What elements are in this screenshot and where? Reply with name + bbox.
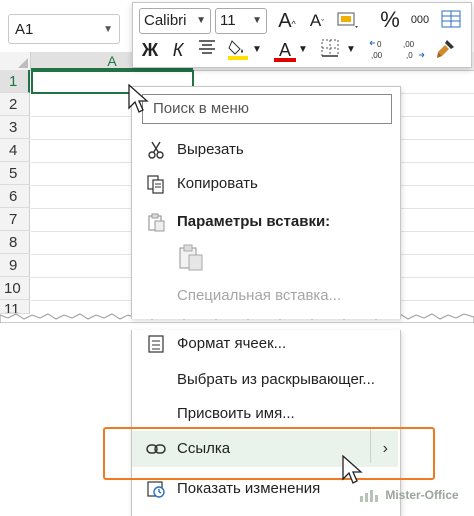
- row-header[interactable]: 7: [0, 208, 30, 231]
- menu-item-cut[interactable]: Вырезать: [132, 134, 398, 166]
- svg-text:,0: ,0: [406, 51, 413, 60]
- select-all-corner[interactable]: [0, 52, 31, 71]
- font-name-dropdown[interactable]: Calibri ▼: [139, 8, 211, 34]
- name-box-value: A1: [15, 21, 34, 38]
- menu-search-placeholder: Поиск в меню: [153, 100, 250, 117]
- format-painter-button[interactable]: [431, 37, 459, 63]
- chevron-down-icon[interactable]: ▼: [297, 37, 309, 63]
- fill-color-button[interactable]: [225, 37, 251, 63]
- paste-button[interactable]: [176, 242, 206, 272]
- row-header[interactable]: 5: [0, 162, 30, 185]
- menu-item-label: Копировать: [177, 175, 258, 192]
- number-format-button[interactable]: [333, 8, 363, 34]
- menu-search-input[interactable]: Поиск в меню: [142, 94, 392, 124]
- align-center-icon: [199, 40, 215, 54]
- italic-button[interactable]: К: [167, 37, 189, 63]
- menu-item-label: Вырезать: [177, 141, 244, 158]
- copy-icon: [147, 175, 164, 194]
- row-header[interactable]: 3: [0, 116, 30, 139]
- row-header[interactable]: 8: [0, 231, 30, 254]
- paintbrush-icon: [437, 40, 454, 58]
- percent-style-button[interactable]: %: [379, 7, 401, 33]
- svg-text:,00: ,00: [371, 51, 383, 60]
- menu-item-paste-special[interactable]: Специальная вставка...: [132, 280, 398, 312]
- watermark-text: Mister-Office: [385, 488, 459, 502]
- menu-item-paste-options: Параметры вставки:: [132, 206, 398, 238]
- svg-text:,00: ,00: [403, 40, 415, 49]
- mouse-cursor-icon: [342, 455, 363, 484]
- number-format-icon: [337, 12, 358, 28]
- font-size-value: 11: [220, 12, 236, 29]
- mouse-cursor-icon: [128, 84, 149, 113]
- font-color-swatch: [274, 58, 296, 62]
- align-center-button[interactable]: [195, 37, 219, 63]
- row-header[interactable]: 6: [0, 185, 30, 208]
- menu-item-label: Выбрать из раскрывающег...: [177, 371, 375, 388]
- font-name-value: Calibri: [144, 12, 187, 29]
- row-header[interactable]: 10: [0, 277, 30, 300]
- increase-decimal-icon: 0 ,00: [369, 40, 383, 60]
- borders-button[interactable]: [317, 37, 343, 63]
- decrease-decimal-button[interactable]: ,00 ,0: [399, 37, 427, 63]
- decrease-font-size-button[interactable]: Aˇ: [305, 8, 329, 34]
- svg-text:0: 0: [377, 40, 382, 49]
- chevron-down-icon[interactable]: ▼: [252, 9, 262, 33]
- paint-bucket-icon: [228, 40, 248, 60]
- font-color-button[interactable]: A: [273, 37, 297, 63]
- row-header[interactable]: 9: [0, 254, 30, 277]
- chevron-down-icon[interactable]: ▼: [345, 37, 357, 63]
- menu-item-define-name[interactable]: Присвоить имя...: [132, 398, 398, 430]
- history-icon: [147, 481, 165, 498]
- menu-item-pick-from-list[interactable]: Выбрать из раскрывающег...: [132, 364, 398, 396]
- bar-chart-icon: [360, 489, 378, 502]
- decrease-font-label: A: [309, 11, 322, 30]
- font-size-dropdown[interactable]: 11 ▼: [215, 8, 267, 34]
- menu-item-label: Параметры вставки:: [177, 213, 331, 230]
- chevron-down-icon[interactable]: ▼: [103, 15, 113, 45]
- menu-item-label: Присвоить имя...: [177, 405, 295, 422]
- menu-item-format-cells[interactable]: Формат ячеек...: [132, 328, 398, 360]
- row-header[interactable]: 1: [0, 70, 30, 93]
- menu-item-label: Формат ячеек...: [177, 335, 287, 352]
- name-box[interactable]: A1 ▼: [8, 14, 120, 44]
- borders-icon: [321, 39, 339, 57]
- increase-font-label: A: [278, 10, 292, 32]
- font-color-label: A: [278, 40, 291, 60]
- menu-item-label: Специальная вставка...: [177, 287, 342, 304]
- menu-item-copy[interactable]: Копировать: [132, 168, 398, 200]
- chevron-down-icon[interactable]: ▼: [196, 9, 206, 33]
- row-header[interactable]: 2: [0, 93, 30, 116]
- decrease-decimal-icon: ,00 ,0: [403, 40, 425, 60]
- comma-style-button[interactable]: 000: [407, 7, 433, 33]
- chevron-down-icon[interactable]: ▼: [251, 37, 263, 63]
- format-cells-icon: [148, 335, 164, 353]
- mini-toolbar: Calibri ▼ 11 ▼ A^ Aˇ % 000 Ж К ▼ A ▼ ▼ 0…: [132, 2, 472, 68]
- format-table-button[interactable]: [439, 8, 463, 34]
- highlight-frame: [103, 427, 435, 480]
- table-icon: [441, 10, 461, 28]
- row-header[interactable]: 4: [0, 139, 30, 162]
- increase-font-size-button[interactable]: A^: [275, 8, 299, 34]
- watermark: Mister-Office: [360, 488, 459, 502]
- increase-decimal-button[interactable]: 0 ,00: [367, 37, 395, 63]
- bold-button[interactable]: Ж: [139, 37, 161, 63]
- clipboard-icon: [179, 244, 203, 271]
- clipboard-icon: [148, 213, 165, 232]
- scissors-icon: [148, 141, 164, 159]
